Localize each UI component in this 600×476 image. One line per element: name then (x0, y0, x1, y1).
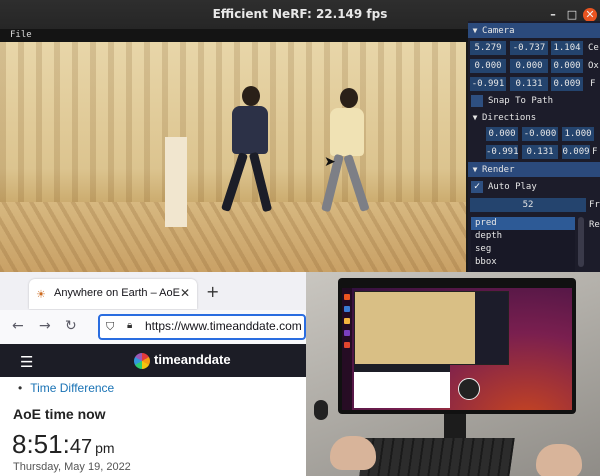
directions-subheader[interactable]: ▼ Directions (468, 111, 600, 125)
camera-row-label: Ce (588, 43, 599, 53)
shield-icon[interactable]: ⛉ (106, 320, 114, 334)
render-mode-list[interactable]: pred depth seg bbox (471, 217, 575, 272)
time-seconds: 47 (69, 436, 93, 458)
auto-play-checkbox[interactable]: ✓ (471, 181, 483, 193)
forward-arrow-icon[interactable]: → (39, 318, 51, 334)
screen-topbar (342, 282, 572, 288)
lock-icon: 🔒︎ (127, 320, 133, 331)
page-content: Time Difference AoE time now 8:51:47pm T… (0, 377, 306, 476)
new-tab-button[interactable]: + (206, 282, 219, 301)
tab-title: Anywhere on Earth – AoE (54, 287, 180, 299)
back-arrow-icon[interactable]: ← (12, 318, 24, 334)
control-panel: ▼ Camera 5.279 -0.737 1.104 Ce 0.000 0.00… (468, 21, 600, 272)
dock-app-icon (344, 306, 350, 312)
camera-value[interactable]: 0.009 (551, 77, 583, 91)
camera-value[interactable]: 0.131 (510, 77, 548, 91)
dock-app-icon (344, 330, 350, 336)
collapse-triangle-icon: ▼ (472, 26, 478, 35)
camera-section-header[interactable]: ▼ Camera (468, 23, 600, 38)
camera-value[interactable]: 0.000 (510, 59, 548, 73)
camera-value[interactable]: -0.737 (510, 41, 548, 55)
time-ampm: pm (95, 440, 115, 456)
screen-dock (342, 288, 352, 410)
list-item-seg[interactable]: seg (471, 243, 575, 256)
dancer-left (220, 86, 282, 226)
direction-value[interactable]: -0.000 (522, 127, 558, 141)
camera-value[interactable]: 0.000 (551, 59, 583, 73)
dock-app-icon (344, 294, 350, 300)
nerf-app-window: Efficient NeRF: 22.149 fps – □ ✕ File ➤ … (0, 0, 600, 272)
camera-value[interactable]: 5.279 (470, 41, 506, 55)
direction-value[interactable]: 0.131 (522, 145, 558, 159)
render-viewport[interactable]: ➤ (0, 42, 466, 272)
snap-to-path-label: Snap To Path (488, 96, 554, 106)
render-section-header[interactable]: ▼ Render (468, 162, 600, 177)
keyboard (359, 438, 515, 476)
list-item-pred[interactable]: pred (471, 217, 575, 230)
pillar (165, 137, 187, 227)
window-title: Efficient NeRF: 22.149 fps (212, 7, 388, 21)
monitor (338, 278, 576, 414)
screen-nerf-panel (475, 292, 508, 364)
direction-value[interactable]: -0.991 (486, 145, 519, 159)
current-time: 8:51:47 pm (12, 429, 115, 460)
maximize-icon[interactable]: □ (565, 8, 579, 22)
time-difference-link[interactable]: Time Difference (18, 381, 114, 395)
url-text[interactable]: https://www.timeanddate.com (145, 319, 302, 333)
tab-anywhere-on-earth[interactable]: ☀ Anywhere on Earth – AoE ✕ (29, 279, 197, 309)
logo-text: timeanddate (154, 352, 231, 367)
list-item-depth[interactable]: depth (471, 230, 575, 243)
minimize-icon[interactable]: – (546, 8, 560, 22)
hamburger-menu-icon[interactable]: ☰ (20, 353, 33, 371)
list-item-bbox[interactable]: bbox (471, 256, 575, 269)
monitor-screen (342, 282, 572, 410)
page-heading: AoE time now (13, 406, 106, 422)
collapse-triangle-icon: ▼ (472, 113, 478, 122)
dock-app-icon (344, 318, 350, 324)
checkmark-icon: ✓ (473, 181, 481, 192)
menu-file[interactable]: File (0, 30, 32, 40)
navigation-bar: ← → ↻ ⛉ 🔒︎ https://www.timeanddate.com (0, 310, 306, 345)
favicon-icon: ☀ (36, 288, 46, 301)
direction-value[interactable]: 1.000 (562, 127, 594, 141)
clock-icon (458, 378, 480, 400)
camera-value[interactable]: 0.000 (470, 59, 506, 73)
frame-slider[interactable]: 52 (470, 198, 586, 212)
list-scrollbar[interactable] (578, 217, 584, 267)
browser-window: ☀ Anywhere on Earth – AoE ✕ + ← → ↻ ⛉ 🔒︎… (0, 272, 306, 476)
direction-value[interactable]: 0.000 (486, 127, 518, 141)
direction-value[interactable]: 0.009 (562, 145, 590, 159)
right-hand (536, 444, 582, 476)
frame-slider-value: 52 (522, 200, 534, 210)
current-date: Thursday, May 19, 2022 (13, 461, 131, 473)
mouse-cursor-icon: ➤ (324, 154, 336, 170)
collapse-triangle-icon: ▼ (472, 165, 478, 174)
camera-value[interactable]: -0.991 (470, 77, 506, 91)
mouse (314, 400, 328, 420)
render-list-label: Re (589, 220, 600, 230)
time-hours-minutes: 8:51: (12, 429, 70, 459)
monitor-photo (306, 272, 600, 476)
reload-icon[interactable]: ↻ (65, 318, 77, 334)
screen-browser-header (354, 364, 450, 372)
tab-strip: ☀ Anywhere on Earth – AoE ✕ + (0, 272, 306, 310)
screen-browser-window (354, 364, 450, 408)
camera-row-label: Ox (588, 61, 599, 71)
dock-app-icon (344, 342, 350, 348)
camera-value[interactable]: 1.104 (551, 41, 583, 55)
camera-row-label: F (590, 79, 596, 89)
logo-icon (134, 353, 150, 369)
close-icon[interactable]: ✕ (583, 8, 597, 22)
url-bar[interactable]: ⛉ 🔒︎ https://www.timeanddate.com (98, 314, 306, 340)
close-tab-icon[interactable]: ✕ (180, 286, 190, 300)
screen-nerf-window (354, 291, 509, 365)
frame-slider-label: Fr (589, 200, 600, 210)
snap-to-path-checkbox[interactable] (471, 95, 483, 107)
auto-play-label: Auto Play (488, 182, 537, 192)
left-hand (330, 436, 376, 470)
direction-row-label: F (592, 147, 598, 157)
monitor-stand (444, 414, 466, 440)
site-header: ☰ timeanddate (0, 344, 306, 377)
